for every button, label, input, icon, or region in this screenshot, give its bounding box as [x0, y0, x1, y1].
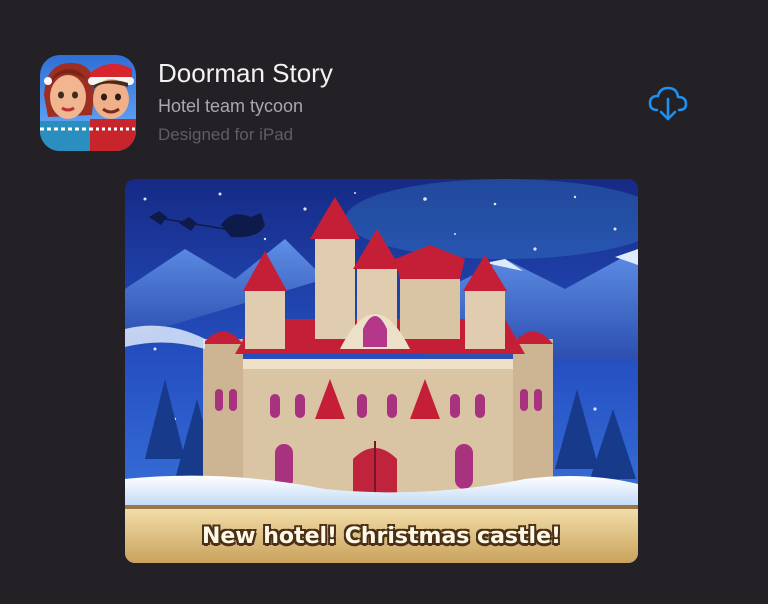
app-title: Doorman Story [158, 58, 333, 88]
download-button[interactable] [646, 84, 690, 124]
app-subtitle: Hotel team tycoon [158, 96, 304, 116]
screenshot-banner: New hotel! Christmas castle! [125, 509, 638, 563]
screenshot-artwork [125, 179, 638, 563]
app-icon[interactable] [40, 55, 136, 151]
app-platform-label: Designed for iPad [158, 125, 294, 144]
app-screenshot[interactable]: New hotel! Christmas castle! [125, 179, 638, 563]
cloud-download-icon [648, 86, 688, 121]
app-icon-artwork [40, 55, 136, 151]
banner-text: New hotel! Christmas castle! [201, 523, 562, 549]
